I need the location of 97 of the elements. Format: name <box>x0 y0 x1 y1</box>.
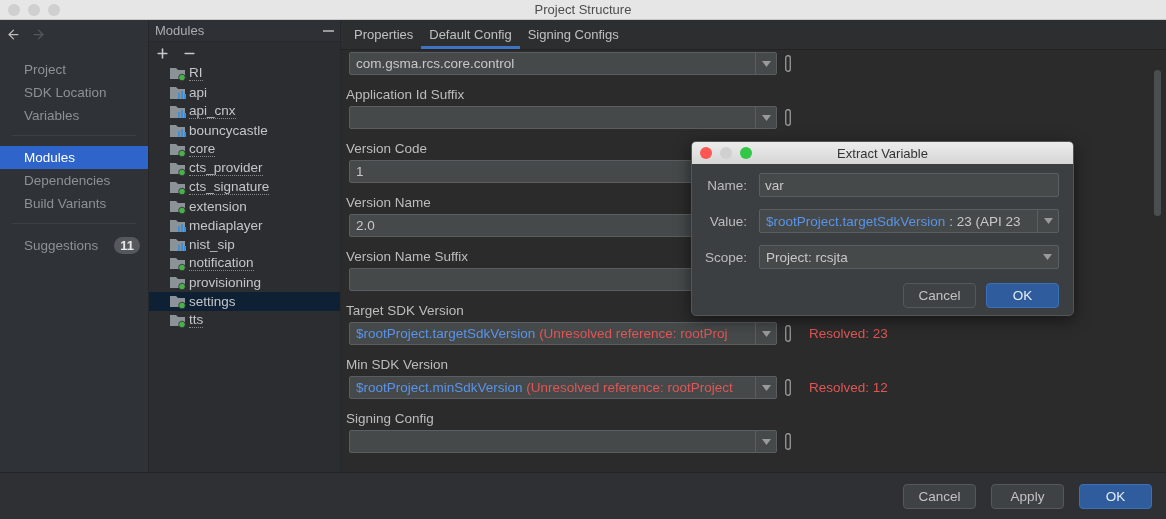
module-name: RI <box>189 66 203 81</box>
module-name: notification <box>189 256 254 271</box>
field-label: Min SDK Version <box>346 357 449 373</box>
dialog-button[interactable]: OK <box>986 283 1059 308</box>
nav-label: Dependencies <box>24 173 111 188</box>
bracket-icon[interactable] <box>785 433 791 450</box>
nav-item[interactable]: Build Variants <box>0 192 148 215</box>
field-label: Value: <box>708 213 747 229</box>
resolved-text: Resolved: 23 <box>809 326 888 341</box>
nav-label: Project <box>24 62 67 77</box>
module-name: api_cnx <box>189 104 236 119</box>
module-name: provisioning <box>189 275 262 290</box>
field-label: Version Name <box>346 195 431 211</box>
bracket-icon[interactable] <box>785 379 791 396</box>
zoom-window-button[interactable] <box>740 147 752 159</box>
module-item[interactable]: bouncycastle <box>149 121 340 140</box>
module-item[interactable]: cts_provider <box>149 159 340 178</box>
bracket-icon[interactable] <box>785 109 791 126</box>
combo-field[interactable]: com.gsma.rcs.core.control <box>349 52 777 75</box>
module-item[interactable]: api_cnx <box>149 102 340 121</box>
caret-down-icon <box>1043 218 1053 224</box>
add-icon[interactable] <box>155 45 170 61</box>
reference-link[interactable]: $rootProject.minSdkVersion <box>356 380 523 395</box>
module-name: bouncycastle <box>189 123 268 138</box>
module-item[interactable]: api <box>149 83 340 102</box>
module-item[interactable]: extension <box>149 197 340 216</box>
nav-item[interactable]: Project <box>0 58 148 81</box>
folder-bars-icon <box>170 238 186 251</box>
combo-field[interactable]: $rootProject.targetSdkVersion (Unresolved reference: rootProj <box>349 322 777 345</box>
module-item[interactable]: mediaplayer <box>149 216 340 235</box>
caret-down-icon <box>761 114 771 121</box>
scope-dropdown[interactable]: Project: rcsjta <box>759 245 1059 269</box>
close-window-button[interactable] <box>700 147 712 159</box>
bracket-icon[interactable] <box>785 55 791 72</box>
nav-item[interactable]: Suggestions 11 <box>0 234 148 257</box>
module-item[interactable]: cts_signature <box>149 178 340 197</box>
module-item[interactable]: RI <box>149 64 340 83</box>
module-item[interactable]: notification <box>149 254 340 273</box>
caret-down-icon <box>1043 254 1052 260</box>
caret-down-icon <box>761 384 771 391</box>
module-name: cts_signature <box>189 180 270 195</box>
dialog-button[interactable]: Cancel <box>903 283 976 308</box>
nav-label: Modules <box>24 150 76 165</box>
module-name: nist_sip <box>189 237 235 252</box>
combo-field[interactable] <box>349 430 777 453</box>
dialog-button[interactable]: OK <box>1079 483 1152 509</box>
folder-bars-icon <box>170 105 186 118</box>
tab[interactable]: Properties <box>346 20 422 49</box>
nav-label: Build Variants <box>24 196 107 211</box>
caret-down-icon <box>761 438 771 445</box>
field-label: Scope: <box>703 249 747 265</box>
count-badge: 11 <box>114 237 140 254</box>
folder-bars-icon <box>170 219 186 232</box>
tab[interactable]: Signing Configs <box>519 20 627 49</box>
combo-field[interactable] <box>349 106 777 129</box>
name-field[interactable]: var <box>759 173 1059 197</box>
field-label: Signing Config <box>346 411 434 427</box>
field-label: Version Name Suffix <box>346 249 469 265</box>
dialog-title: Extract Variable <box>837 145 928 161</box>
field-label: Version Code <box>346 141 428 157</box>
scrollbar-thumb[interactable] <box>1154 70 1161 216</box>
resolved-text: Resolved: 12 <box>809 380 888 395</box>
module-name: core <box>189 142 216 157</box>
dialog-button[interactable]: Apply <box>991 483 1064 509</box>
nav-item[interactable]: Modules <box>0 146 148 169</box>
module-name: mediaplayer <box>189 218 263 233</box>
folder-bars-icon <box>170 86 186 99</box>
module-item[interactable]: settings <box>149 292 340 311</box>
caret-down-icon <box>761 330 771 337</box>
nav-label: Suggestions <box>24 238 99 253</box>
nav-item[interactable]: SDK Location <box>0 81 148 104</box>
field-label: Target SDK Version <box>346 303 464 319</box>
module-item[interactable]: core <box>149 140 340 159</box>
modules-title: Modules <box>155 23 205 38</box>
module-item[interactable]: tts <box>149 311 340 330</box>
module-item[interactable]: nist_sip <box>149 235 340 254</box>
combo-field[interactable]: $rootProject.minSdkVersion (Unresolved reference: rootProject <box>349 376 777 399</box>
module-name: tts <box>189 313 204 328</box>
nav-item[interactable]: Variables <box>0 104 148 127</box>
folder-bars-icon <box>170 124 186 137</box>
caret-down-icon <box>761 60 771 67</box>
module-name: api <box>189 85 207 100</box>
nav-label: SDK Location <box>24 85 107 100</box>
module-name: settings <box>189 294 236 309</box>
reference-link[interactable]: $rootProject.targetSdkVersion <box>356 326 536 341</box>
value-combo-field[interactable]: $rootProject.targetSdkVersion : 23 (API 23 <box>759 209 1059 233</box>
field-label: Application Id Suffix <box>346 87 465 103</box>
module-name: extension <box>189 199 247 214</box>
nav-item[interactable]: Dependencies <box>0 169 148 192</box>
minimize-icon[interactable] <box>323 29 334 32</box>
bracket-icon[interactable] <box>785 325 791 342</box>
nav-label: Variables <box>24 108 80 123</box>
window-title: Project Structure <box>534 2 632 17</box>
module-name: cts_provider <box>189 161 263 176</box>
module-item[interactable]: provisioning <box>149 273 340 292</box>
dialog-button[interactable]: Cancel <box>903 483 976 509</box>
tab[interactable]: Default Config <box>421 20 520 49</box>
